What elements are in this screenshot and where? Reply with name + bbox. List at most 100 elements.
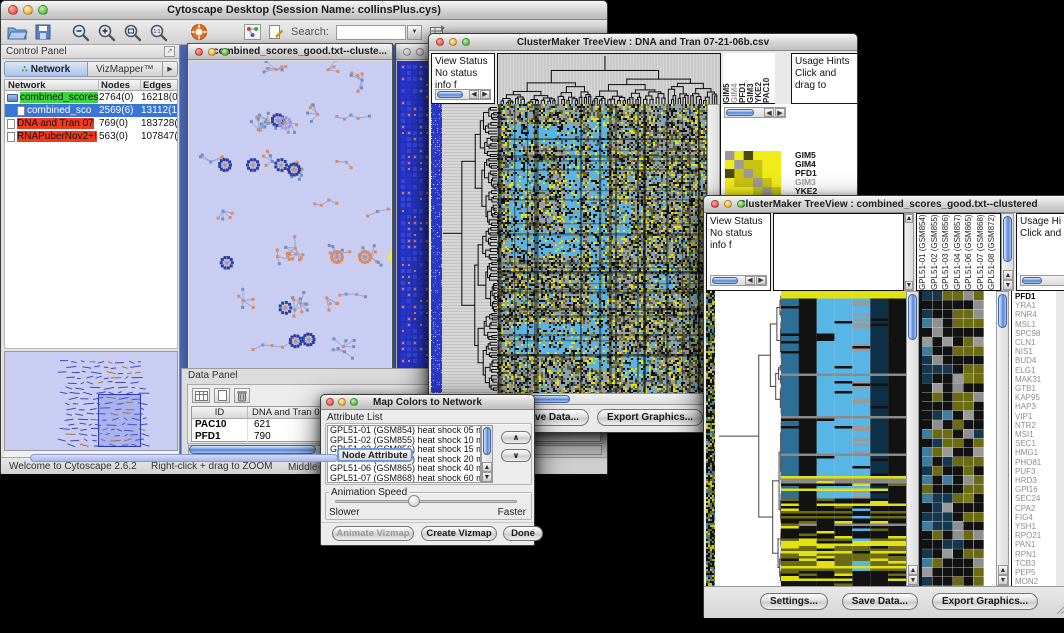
main-titlebar[interactable]: Cytoscape Desktop (Session Name: collins…	[1, 1, 607, 20]
overview-canvas[interactable]	[5, 352, 177, 450]
tab-overflow-arrow-icon[interactable]: ▶	[163, 61, 178, 77]
zoom-actual-icon[interactable]: 1:1	[149, 23, 168, 42]
scroll-left-arrow-icon[interactable]: ◀	[764, 108, 774, 117]
treeview2-column-dendrogram-area[interactable]	[773, 213, 904, 291]
zoom-in-icon[interactable]	[97, 23, 116, 42]
treeview2-heatmap-vscroll[interactable]: ▲ ▼	[906, 291, 919, 586]
table-row[interactable]: DNA and Tran 07769(0)183728(0)	[5, 117, 177, 130]
zoom-window-button[interactable]	[38, 5, 48, 15]
matrix-hscroll-track[interactable]: ◀ ▶	[724, 107, 786, 118]
tab-vizmapper[interactable]: VizMapper™	[88, 61, 163, 77]
attribute-list-item[interactable]: GPL51-07 (GSM868) heat shock 60 min	[328, 474, 480, 483]
zoom-window-button[interactable]	[462, 38, 470, 46]
float-panel-icon[interactable]: ↗	[164, 46, 175, 57]
settings-button[interactable]: Settings...	[760, 593, 828, 610]
node-attribute-browser-tab[interactable]: Node Attribute Brows	[337, 448, 413, 462]
zoom-window-button[interactable]	[221, 48, 229, 56]
treeview1-column-dendrogram-canvas[interactable]	[497, 53, 721, 106]
export-graphics-button[interactable]: Export Graphics...	[597, 409, 703, 426]
save-icon[interactable]	[35, 24, 51, 40]
annotation-icon[interactable]	[268, 24, 284, 40]
minimize-button[interactable]	[208, 48, 216, 56]
treeview1-heatmap-canvas[interactable]	[497, 104, 707, 393]
view-status-scroll-track[interactable]: ◀ ▶	[710, 275, 767, 286]
export-graphics-button[interactable]: Export Graphics...	[932, 593, 1038, 610]
create-vizmap-button[interactable]: Create Vizmap	[421, 526, 497, 541]
scroll-thumb[interactable]	[1022, 277, 1042, 284]
help-lifebuoy-icon[interactable]	[190, 23, 208, 41]
minimize-button[interactable]	[416, 48, 424, 56]
search-dropdown-arrow-icon[interactable]: ▼	[407, 25, 422, 40]
data-panel-scroll-thumb[interactable]	[189, 445, 316, 454]
attr-col-id[interactable]: ID	[192, 407, 248, 418]
scroll-right-arrow-icon[interactable]: ▶	[480, 90, 490, 99]
treeview1-gene-dendrogram-canvas[interactable]	[442, 104, 497, 393]
slider-thumb[interactable]	[408, 495, 420, 507]
treeview2-titlebar[interactable]: ClusterMaker TreeView : combined_scores_…	[704, 196, 1064, 213]
scroll-up-arrow-icon[interactable]: ▲	[1003, 270, 1013, 280]
scroll-right-arrow-icon[interactable]: ▶	[756, 276, 766, 285]
treeview1-titlebar[interactable]: ClusterMaker TreeView : DNA and Tran 07-…	[429, 34, 857, 51]
close-button[interactable]	[403, 48, 411, 56]
done-button[interactable]: Done	[503, 526, 543, 541]
scroll-up-arrow-icon[interactable]: ▲	[905, 214, 913, 223]
scroll-down-arrow-icon[interactable]: ▼	[482, 472, 492, 482]
network-window-titlebar[interactable]: combined_scores_good.txt--cluste...	[188, 44, 392, 60]
tab-network[interactable]: ∴Network	[4, 61, 88, 77]
move-down-button[interactable]: ∨	[501, 449, 531, 462]
zoom-fit-icon[interactable]	[123, 23, 142, 42]
search-input[interactable]	[336, 25, 406, 40]
scroll-down-arrow-icon[interactable]: ▼	[1003, 280, 1013, 290]
minimize-button[interactable]	[449, 38, 457, 46]
animate-vizmap-button[interactable]: Animate Vizmap	[332, 526, 414, 541]
scroll-thumb[interactable]	[1003, 216, 1012, 262]
move-up-button[interactable]: ∧	[501, 431, 531, 444]
dialog-titlebar[interactable]: Map Colors to Network	[321, 395, 534, 410]
scroll-left-arrow-icon[interactable]: ◀	[745, 276, 755, 285]
minimize-button[interactable]	[724, 200, 732, 208]
scroll-thumb[interactable]	[437, 91, 463, 98]
zoom-out-icon[interactable]	[71, 23, 90, 42]
close-button[interactable]	[195, 48, 203, 56]
scroll-down-arrow-icon[interactable]: ▼	[905, 281, 913, 290]
zoom-pane-vscroll[interactable]: ▲ ▼	[996, 291, 1009, 586]
zoom-window-button[interactable]	[350, 398, 358, 406]
network-view-canvas[interactable]	[189, 61, 391, 369]
scroll-right-arrow-icon[interactable]: ▶	[775, 108, 785, 117]
treeview1-global-strip-canvas[interactable]	[431, 104, 442, 393]
scroll-left-arrow-icon[interactable]: ◀	[469, 90, 479, 99]
treeview2-zoom-heatmap-canvas[interactable]	[922, 291, 984, 586]
treeview2-gene-dendrogram-canvas[interactable]	[715, 291, 781, 586]
zoom-window-button[interactable]	[737, 200, 745, 208]
view-status-scroll-track[interactable]: ◀ ▶	[435, 89, 491, 100]
vizmapper-shortcut-icon[interactable]	[244, 24, 261, 40]
save-data-button[interactable]: Save Data...	[842, 593, 918, 610]
resize-grip-icon[interactable]	[1055, 602, 1064, 615]
table-row[interactable]: combined_sco2569(6)13112(15)	[5, 104, 177, 117]
scroll-down-arrow-icon[interactable]: ▼	[908, 575, 918, 585]
scroll-down-arrow-icon[interactable]: ▼	[998, 575, 1008, 585]
minimize-button[interactable]	[338, 398, 346, 406]
close-button[interactable]	[711, 200, 719, 208]
scroll-thumb[interactable]	[998, 294, 1007, 328]
scroll-up-arrow-icon[interactable]: ▲	[998, 565, 1008, 575]
col-header-edges[interactable]: Edges	[141, 80, 177, 90]
open-file-icon[interactable]	[7, 24, 28, 41]
bottom-scroll-thumb[interactable]	[30, 454, 338, 462]
new-attribute-icon[interactable]	[214, 388, 230, 403]
table-row[interactable]: RNAPuberNov2+!563(0)107847(0)	[5, 130, 177, 143]
attribute-list-vscroll[interactable]: ▲ ▼	[481, 425, 493, 483]
scroll-thumb[interactable]	[712, 277, 738, 284]
close-button[interactable]	[326, 398, 334, 406]
scroll-up-arrow-icon[interactable]: ▲	[908, 565, 918, 575]
treeview2-global-strip-canvas[interactable]	[706, 291, 715, 586]
table-row[interactable]: combined_scores2764(0)16218(0)	[5, 91, 177, 104]
attribute-select-icon[interactable]	[192, 388, 210, 403]
column-area-vscroll[interactable]: ▲ ▼	[904, 213, 914, 291]
usage-scroll-track[interactable]	[1020, 275, 1064, 286]
close-button[interactable]	[436, 38, 444, 46]
treeview2-heatmap-canvas[interactable]	[781, 291, 906, 586]
delete-attribute-trash-icon[interactable]	[234, 388, 250, 403]
scroll-thumb[interactable]	[483, 427, 491, 455]
close-button[interactable]	[8, 5, 18, 15]
